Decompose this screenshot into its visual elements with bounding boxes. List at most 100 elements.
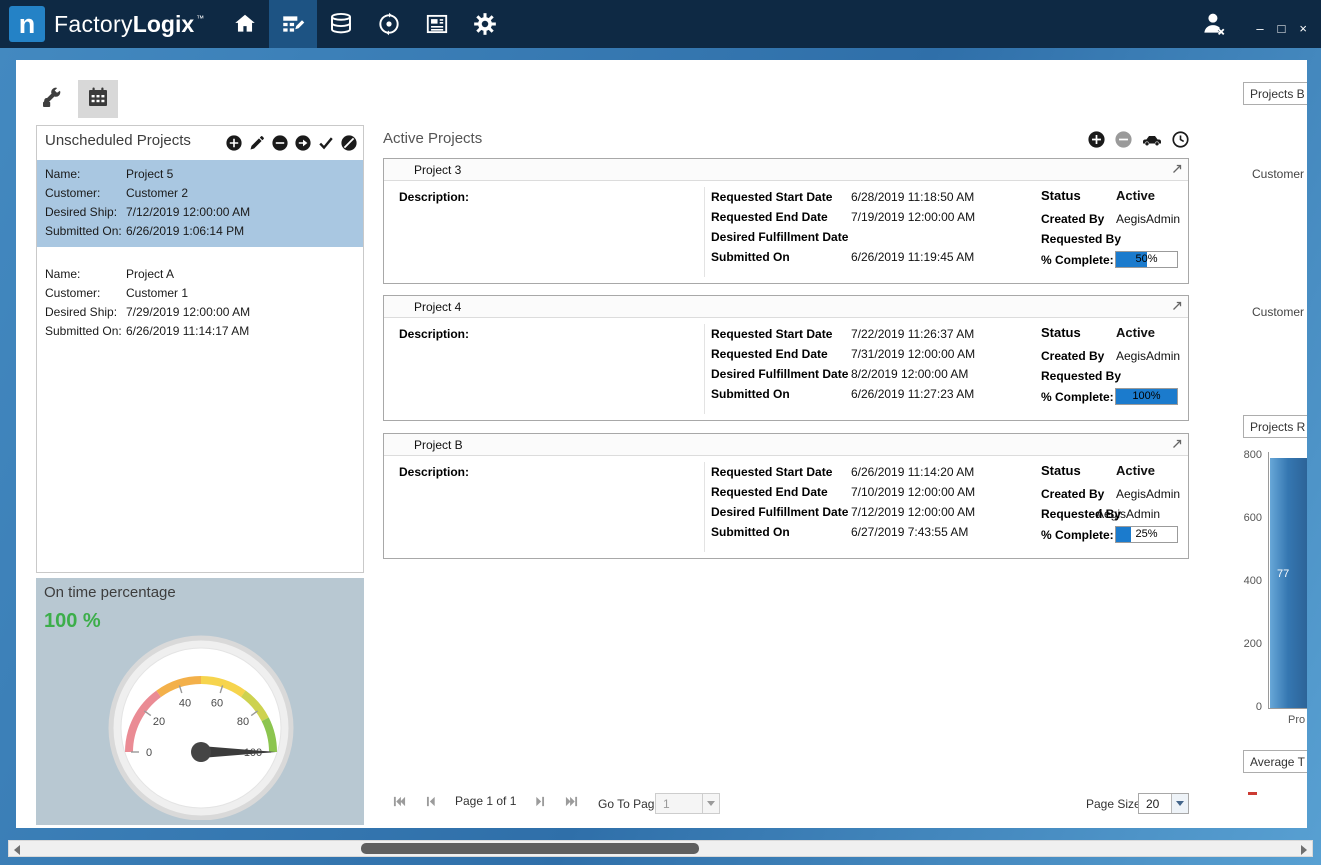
y-axis-tick: 400 (1243, 575, 1262, 587)
requested-start-value: 7/22/2019 11:26:37 AM (851, 327, 974, 341)
documents-icon[interactable] (413, 0, 461, 48)
go-to-page-input[interactable]: 1 (655, 793, 720, 814)
first-page-icon[interactable] (393, 795, 406, 808)
x-axis-line (1268, 708, 1307, 709)
expand-icon[interactable] (1171, 163, 1183, 175)
svg-text:40: 40 (179, 698, 191, 710)
remove-circle-icon[interactable] (1115, 131, 1132, 148)
settings-gear-icon[interactable] (461, 0, 509, 48)
factorylogix-window: n FactoryLogix™ (0, 0, 1321, 865)
horizontal-scrollbar[interactable] (8, 840, 1313, 857)
project-scheduling-page: Unscheduled Projects (16, 60, 1307, 828)
requested-start-label: Requested Start Date (711, 465, 832, 479)
name-label: Name: (45, 265, 126, 284)
scrollbar-thumb[interactable] (361, 843, 699, 854)
previous-page-icon[interactable] (424, 795, 437, 808)
y-axis-tick: 200 (1243, 638, 1262, 650)
chevron-down-icon[interactable] (1171, 794, 1188, 813)
maximize-button[interactable]: □ (1278, 22, 1286, 35)
edit-pencil-icon[interactable] (249, 135, 265, 151)
submitted-on-label: Submitted On (711, 250, 790, 264)
scroll-left-arrow-icon[interactable] (14, 845, 20, 855)
project-card-header[interactable]: Project 4 (384, 296, 1188, 318)
tab-project-calendar[interactable] (78, 80, 118, 118)
submitted-on-label: Submitted On (711, 387, 790, 401)
scheduling-icon[interactable] (269, 0, 317, 48)
calendar-icon (86, 85, 110, 114)
submitted-on-label: Submitted On (711, 525, 790, 539)
requested-start-value: 6/28/2019 11:18:50 AM (851, 190, 974, 204)
progress-label: 50% (1116, 253, 1177, 265)
x-axis-label: Pro (1288, 714, 1305, 726)
submitted-on-value: 6/27/2019 7:43:55 AM (851, 525, 968, 539)
requested-end-label: Requested End Date (711, 485, 828, 499)
accept-check-icon[interactable] (318, 135, 334, 151)
description-label: Description: (399, 465, 469, 479)
unscheduled-project-item[interactable]: Name:Project A Customer:Customer 1 Desir… (37, 260, 363, 347)
status-value: Active (1116, 325, 1155, 340)
close-button[interactable]: × (1299, 22, 1307, 35)
remove-circle-icon[interactable] (272, 135, 288, 151)
user-logout-icon[interactable] (1199, 10, 1229, 41)
on-time-percentage-panel: On time percentage 100 % (36, 578, 364, 825)
brand-factory: Factory (54, 11, 133, 38)
minimize-button[interactable]: – (1256, 22, 1263, 35)
unscheduled-projects-title: Unscheduled Projects (45, 132, 191, 149)
next-page-icon[interactable] (534, 795, 547, 808)
customer-label: Customer: (45, 284, 126, 303)
active-projects-panel: Active Projects (383, 128, 1189, 828)
project-card-body: Description: Requested Start Date7/22/20… (384, 318, 1188, 420)
brand-logix: Logix (133, 11, 194, 38)
page-indicator: Page 1 of 1 (455, 794, 516, 808)
clock-icon[interactable] (1172, 131, 1189, 148)
requested-end-value: 7/19/2019 12:00:00 AM (851, 210, 975, 224)
created-by-label: Created By (1041, 487, 1104, 501)
projects-by-customer-title: Projects B (1243, 82, 1307, 105)
page-size-label: Page Size (1086, 797, 1141, 811)
requested-end-label: Requested End Date (711, 347, 828, 361)
submitted-on-value: 6/26/2019 11:27:23 AM (851, 387, 974, 401)
expand-icon[interactable] (1171, 438, 1183, 450)
tab-setup[interactable] (30, 80, 74, 118)
name-value: Project 5 (126, 165, 173, 184)
project-title: Project B (414, 438, 463, 452)
status-value: Active (1116, 188, 1155, 203)
project-card-header[interactable]: Project B (384, 434, 1188, 456)
percent-complete-bar: 50% (1115, 251, 1178, 268)
requested-end-value: 7/10/2019 12:00:00 AM (851, 485, 975, 499)
workspace-background: Unscheduled Projects (0, 48, 1321, 865)
scroll-right-arrow-icon[interactable] (1301, 845, 1307, 855)
chart-bar-label: 77 (1277, 568, 1289, 580)
project-card-body: Description: Requested Start Date6/26/20… (384, 456, 1188, 558)
customer-label: Customer: (45, 184, 126, 203)
car-icon[interactable] (1142, 132, 1162, 147)
page-size-dropdown[interactable]: 20 (1138, 793, 1189, 814)
add-circle-icon[interactable] (226, 135, 242, 151)
unscheduled-project-item[interactable]: Name:Project 5 Customer:Customer 2 Desir… (37, 160, 363, 247)
expand-icon[interactable] (1171, 300, 1183, 312)
window-controls: – □ × (1256, 22, 1307, 35)
created-by-value: AegisAdmin (1116, 349, 1180, 363)
last-page-icon[interactable] (565, 795, 578, 808)
topbar: n FactoryLogix™ (0, 0, 1321, 48)
submitted-on-label: Submitted On: (45, 322, 126, 341)
cancel-slash-icon[interactable] (341, 135, 357, 151)
desired-fulfillment-label: Desired Fulfillment Date (711, 505, 848, 519)
project-card-header[interactable]: Project 3 (384, 159, 1188, 181)
unscheduled-toolbar (226, 135, 357, 151)
percent-complete-bar: 25% (1115, 526, 1178, 543)
percent-complete-label: % Complete: (1041, 528, 1114, 542)
svg-text:0: 0 (146, 747, 152, 759)
chevron-down-icon[interactable] (702, 794, 719, 813)
desired-fulfillment-value: 7/12/2019 12:00:00 AM (851, 505, 975, 519)
production-icon[interactable] (365, 0, 413, 48)
project-card: Project 4 Description: Requested Start D… (383, 295, 1189, 421)
app-logo: n (9, 6, 45, 42)
add-circle-icon[interactable] (1088, 131, 1105, 148)
average-panel-title: Average T (1243, 750, 1307, 773)
move-right-circle-icon[interactable] (295, 135, 311, 151)
on-time-title: On time percentage (44, 584, 176, 601)
pagination-bar: Page 1 of 1 Go To Page 1 Page Size (383, 788, 1189, 818)
home-icon[interactable] (221, 0, 269, 48)
materials-icon[interactable] (317, 0, 365, 48)
